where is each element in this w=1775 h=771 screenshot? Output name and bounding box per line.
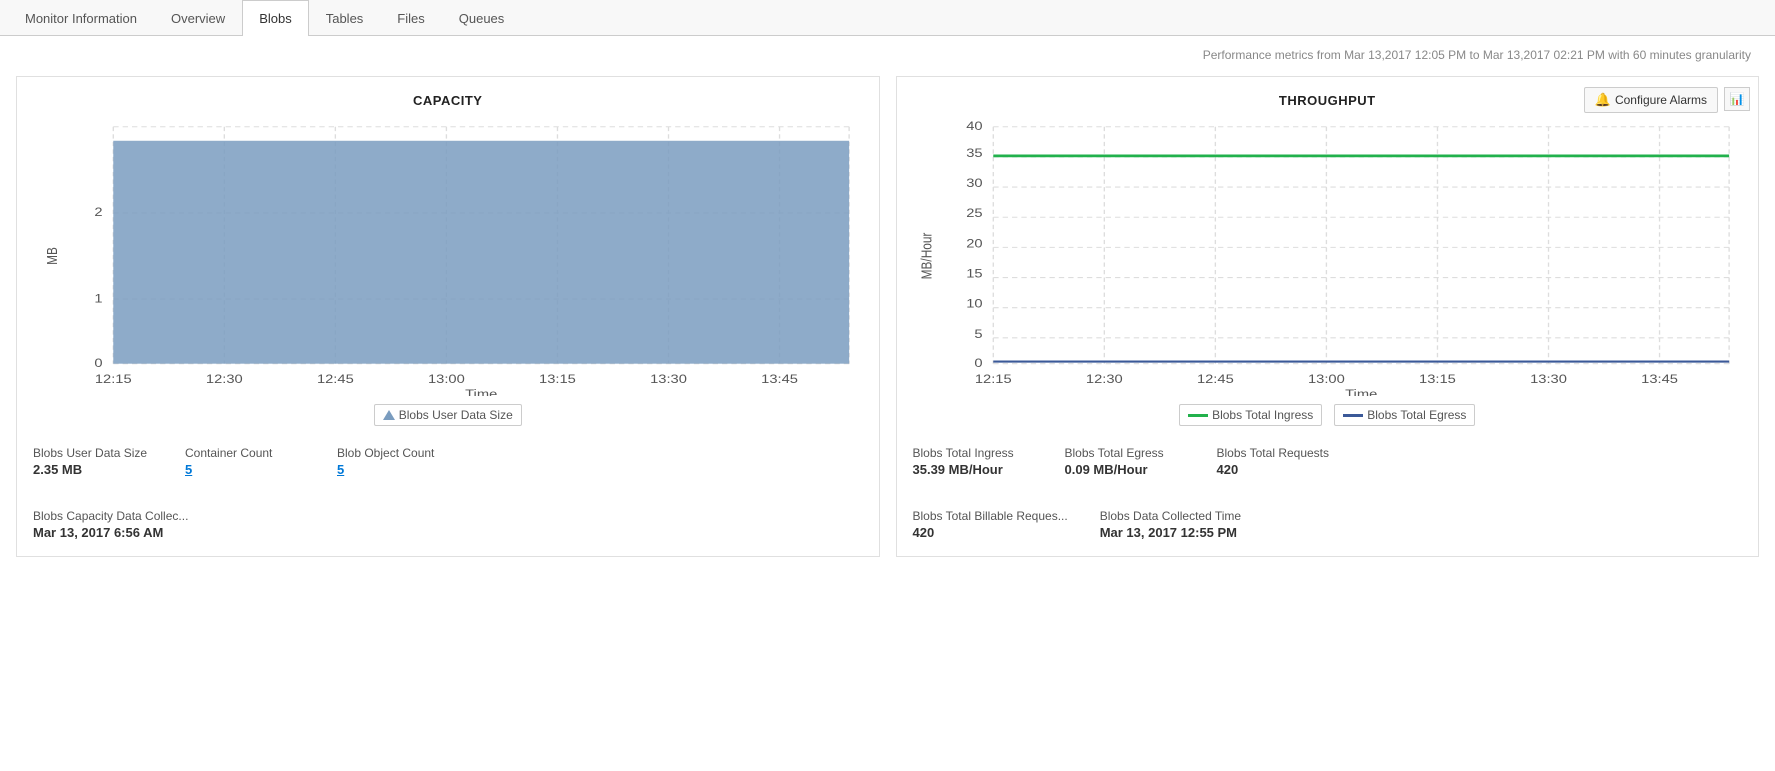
capacity-legend-item-0: Blobs User Data Size [374,404,522,426]
svg-text:MB/Hour: MB/Hour [918,232,935,279]
stat-label-blobs-billable: Blobs Total Billable Reques... [913,509,1068,523]
svg-text:12:30: 12:30 [206,372,243,385]
stat-value-container-count[interactable]: 5 [185,462,305,477]
stat-blobs-billable-reques: Blobs Total Billable Reques... 420 [913,509,1068,540]
throughput-chart-container: 0 5 10 15 20 25 30 35 40 MB/Hour 12:15 1… [913,116,1743,396]
configure-alarms-label: Configure Alarms [1615,93,1707,107]
capacity-legend: Blobs User Data Size [33,404,863,426]
main-content: CAPACITY 0 1 [0,68,1775,581]
stat-value-blobs-data-collected: Mar 13, 2017 12:55 PM [1100,525,1241,540]
svg-text:Time: Time [465,388,497,396]
throughput-stats: Blobs Total Ingress 35.39 MB/Hour Blobs … [913,446,1743,540]
tab-blobs[interactable]: Blobs [242,0,309,36]
throughput-legend-swatch-1 [1343,414,1363,417]
svg-text:30: 30 [966,176,982,189]
stat-value-blobs-total-requests: 420 [1217,462,1337,477]
throughput-panel: 🔔 Configure Alarms 📊 THROUGHPUT [896,76,1760,557]
throughput-legend: Blobs Total Ingress Blobs Total Egress [913,404,1743,426]
stat-blobs-user-data-size: Blobs User Data Size 2.35 MB [33,446,153,477]
tab-monitor-information[interactable]: Monitor Information [8,0,154,36]
svg-text:13:15: 13:15 [539,372,576,385]
svg-text:12:15: 12:15 [974,372,1011,385]
capacity-chart-container: 0 1 2 MB 12:15 12:30 12:45 13:00 13:15 1… [33,116,863,396]
stat-value-blobs-billable: 420 [913,525,1068,540]
svg-text:0: 0 [94,356,102,369]
svg-text:12:45: 12:45 [317,372,354,385]
stat-value-blobs-user-data-size: 2.35 MB [33,462,153,477]
svg-text:12:45: 12:45 [1196,372,1233,385]
stat-value-blob-object-count[interactable]: 5 [337,462,457,477]
stat-label-blobs-total-ingress: Blobs Total Ingress [913,446,1033,460]
configure-alarms-button[interactable]: 🔔 Configure Alarms [1584,87,1718,113]
nav-tabs: Monitor Information Overview Blobs Table… [0,0,1775,36]
tab-overview[interactable]: Overview [154,0,242,36]
svg-text:25: 25 [966,207,982,220]
svg-text:35: 35 [966,146,982,159]
stat-value-blobs-total-ingress: 35.39 MB/Hour [913,462,1033,477]
svg-text:MB: MB [44,247,61,265]
stat-blobs-data-collected-time: Blobs Data Collected Time Mar 13, 2017 1… [1100,509,1241,540]
svg-text:15: 15 [966,267,982,280]
throughput-legend-label-0: Blobs Total Ingress [1212,408,1313,422]
bell-icon: 🔔 [1595,92,1611,108]
capacity-chart-svg: 0 1 2 MB 12:15 12:30 12:45 13:00 13:15 1… [33,116,863,396]
svg-text:20: 20 [966,237,982,250]
svg-text:13:45: 13:45 [1641,372,1678,385]
svg-text:Time: Time [1345,388,1377,396]
chart-expand-icon: 📊 [1730,92,1745,106]
svg-text:13:30: 13:30 [1530,372,1567,385]
svg-text:13:00: 13:00 [1308,372,1345,385]
svg-text:12:15: 12:15 [95,372,132,385]
stat-blobs-total-requests: Blobs Total Requests 420 [1217,446,1337,477]
stat-blobs-total-ingress: Blobs Total Ingress 35.39 MB/Hour [913,446,1033,477]
svg-text:5: 5 [974,327,982,340]
stat-value-blobs-total-egress: 0.09 MB/Hour [1065,462,1185,477]
svg-text:13:30: 13:30 [650,372,687,385]
svg-text:13:00: 13:00 [428,372,465,385]
stat-label-blobs-user-data-size: Blobs User Data Size [33,446,153,460]
svg-text:2: 2 [94,206,102,219]
capacity-legend-label-0: Blobs User Data Size [399,408,513,422]
capacity-legend-swatch-0 [383,410,395,420]
svg-text:13:45: 13:45 [761,372,798,385]
stat-label-blobs-total-egress: Blobs Total Egress [1065,446,1185,460]
stat-label-blobs-capacity: Blobs Capacity Data Collec... [33,509,188,523]
throughput-legend-label-1: Blobs Total Egress [1367,408,1466,422]
tab-files[interactable]: Files [380,0,441,36]
metrics-info-text: Performance metrics from Mar 13,2017 12:… [0,36,1775,68]
svg-text:12:30: 12:30 [1085,372,1122,385]
svg-text:0: 0 [974,356,982,369]
svg-text:13:15: 13:15 [1419,372,1456,385]
capacity-panel: CAPACITY 0 1 [16,76,880,557]
stat-label-container-count: Container Count [185,446,305,460]
svg-text:1: 1 [94,292,102,305]
stat-blobs-capacity-data-collec: Blobs Capacity Data Collec... Mar 13, 20… [33,509,188,540]
stat-blob-object-count: Blob Object Count 5 [337,446,457,477]
stat-label-blobs-data-collected: Blobs Data Collected Time [1100,509,1241,523]
stat-value-blobs-capacity: Mar 13, 2017 6:56 AM [33,525,188,540]
stat-blobs-total-egress: Blobs Total Egress 0.09 MB/Hour [1065,446,1185,477]
throughput-legend-swatch-0 [1188,414,1208,417]
stat-label-blobs-total-requests: Blobs Total Requests [1217,446,1337,460]
throughput-legend-item-0: Blobs Total Ingress [1179,404,1322,426]
svg-text:40: 40 [966,119,982,132]
capacity-chart-title: CAPACITY [33,93,863,108]
tab-queues[interactable]: Queues [442,0,522,36]
chart-expand-button[interactable]: 📊 [1724,87,1750,111]
throughput-chart-svg: 0 5 10 15 20 25 30 35 40 MB/Hour 12:15 1… [913,116,1743,396]
tab-tables[interactable]: Tables [309,0,381,36]
throughput-legend-item-1: Blobs Total Egress [1334,404,1475,426]
svg-text:10: 10 [966,297,982,310]
stat-label-blob-object-count: Blob Object Count [337,446,457,460]
capacity-stats: Blobs User Data Size 2.35 MB Container C… [33,446,863,540]
stat-container-count: Container Count 5 [185,446,305,477]
